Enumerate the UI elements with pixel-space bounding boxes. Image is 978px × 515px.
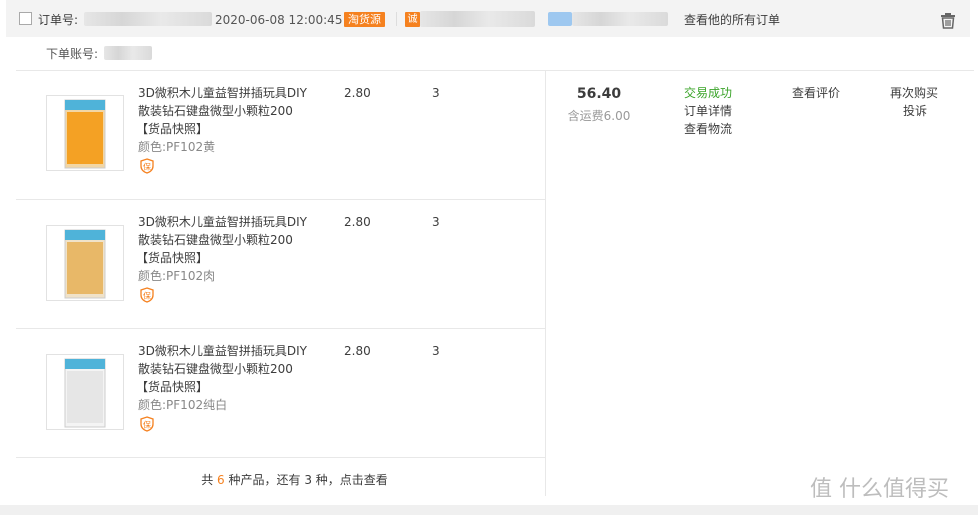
svg-text:保: 保 (143, 291, 151, 301)
guarantee-shield-icon: 保 (139, 287, 155, 303)
product-snapshot-link[interactable]: 【货品快照】 (136, 378, 208, 396)
summary-divider (545, 71, 546, 496)
cheng-badge-icon: 诚 (405, 12, 420, 27)
svg-text:保: 保 (143, 420, 151, 430)
product-title-line1[interactable]: 3D微积木儿童益智拼插玩具DIY (138, 342, 318, 360)
seller-name-redacted[interactable] (420, 11, 535, 27)
complain-link[interactable]: 投诉 (903, 102, 927, 120)
product-color: 颜色:PF102黄 (138, 140, 216, 154)
more-products-link[interactable]: 共 6 种产品，还有 3 种，点击查看 (30, 471, 559, 488)
product-price: 2.80 (344, 344, 371, 358)
taohuoyuan-badge: 淘货源 (344, 12, 385, 27)
product-title-line2[interactable]: 散装钻石键盘微型小颗粒200 (138, 360, 318, 378)
product-title-line1[interactable]: 3D微积木儿童益智拼插玩具DIY (138, 84, 318, 102)
product-thumbnail[interactable] (46, 225, 124, 301)
more-products-text: 种产品，还有 3 种，点击查看 (224, 473, 388, 487)
seller-contact-redacted[interactable] (572, 12, 668, 26)
view-logistics-link[interactable]: 查看物流 (684, 120, 732, 138)
order-account-redacted (104, 46, 152, 60)
svg-text:保: 保 (143, 162, 151, 172)
product-snapshot-link[interactable]: 【货品快照】 (136, 120, 208, 138)
bottom-strip (0, 505, 978, 515)
order-select-checkbox[interactable] (19, 12, 32, 25)
order-number-label: 订单号: (38, 13, 79, 27)
more-products-count: 6 (217, 473, 225, 487)
order-number-redacted (84, 12, 212, 26)
product-row-divider (16, 457, 545, 458)
product-title-line1[interactable]: 3D微积木儿童益智拼插玩具DIY (138, 213, 318, 231)
product-color: 颜色:PF102纯白 (138, 398, 228, 412)
order-status: 交易成功 (684, 86, 733, 100)
product-price: 2.80 (344, 215, 371, 229)
header-divider (396, 12, 397, 26)
order-detail-link[interactable]: 订单详情 (684, 102, 732, 120)
product-snapshot-link[interactable]: 【货品快照】 (136, 249, 208, 267)
delete-trash-icon[interactable] (940, 12, 956, 29)
wangwang-icon[interactable] (548, 12, 572, 26)
shipping-fee: 含运费6.00 (567, 109, 631, 123)
more-products-prefix: 共 (201, 473, 218, 487)
product-quantity: 3 (432, 344, 440, 358)
product-thumbnail[interactable] (46, 354, 124, 430)
view-all-orders-link[interactable]: 查看他的所有订单 (684, 13, 780, 27)
product-price: 2.80 (344, 86, 371, 100)
guarantee-shield-icon: 保 (139, 158, 155, 174)
product-row-divider (16, 199, 545, 200)
product-thumbnail[interactable] (46, 95, 124, 171)
order-account-label: 下单账号: (46, 47, 99, 61)
product-title-line2[interactable]: 散装钻石键盘微型小颗粒200 (138, 102, 318, 120)
watermark: 值 什么值得买 (810, 477, 949, 502)
product-quantity: 3 (432, 215, 440, 229)
product-row-divider (16, 328, 545, 329)
product-quantity: 3 (432, 86, 440, 100)
guarantee-shield-icon: 保 (139, 416, 155, 432)
view-review-link[interactable]: 查看评价 (792, 84, 840, 102)
product-title-line2[interactable]: 散装钻石键盘微型小颗粒200 (138, 231, 318, 249)
order-datetime: 2020-06-08 12:00:45 (215, 13, 343, 27)
order-total: 56.40 (576, 86, 622, 102)
product-color: 颜色:PF102肉 (138, 269, 216, 283)
buy-again-link[interactable]: 再次购买 (890, 84, 938, 102)
